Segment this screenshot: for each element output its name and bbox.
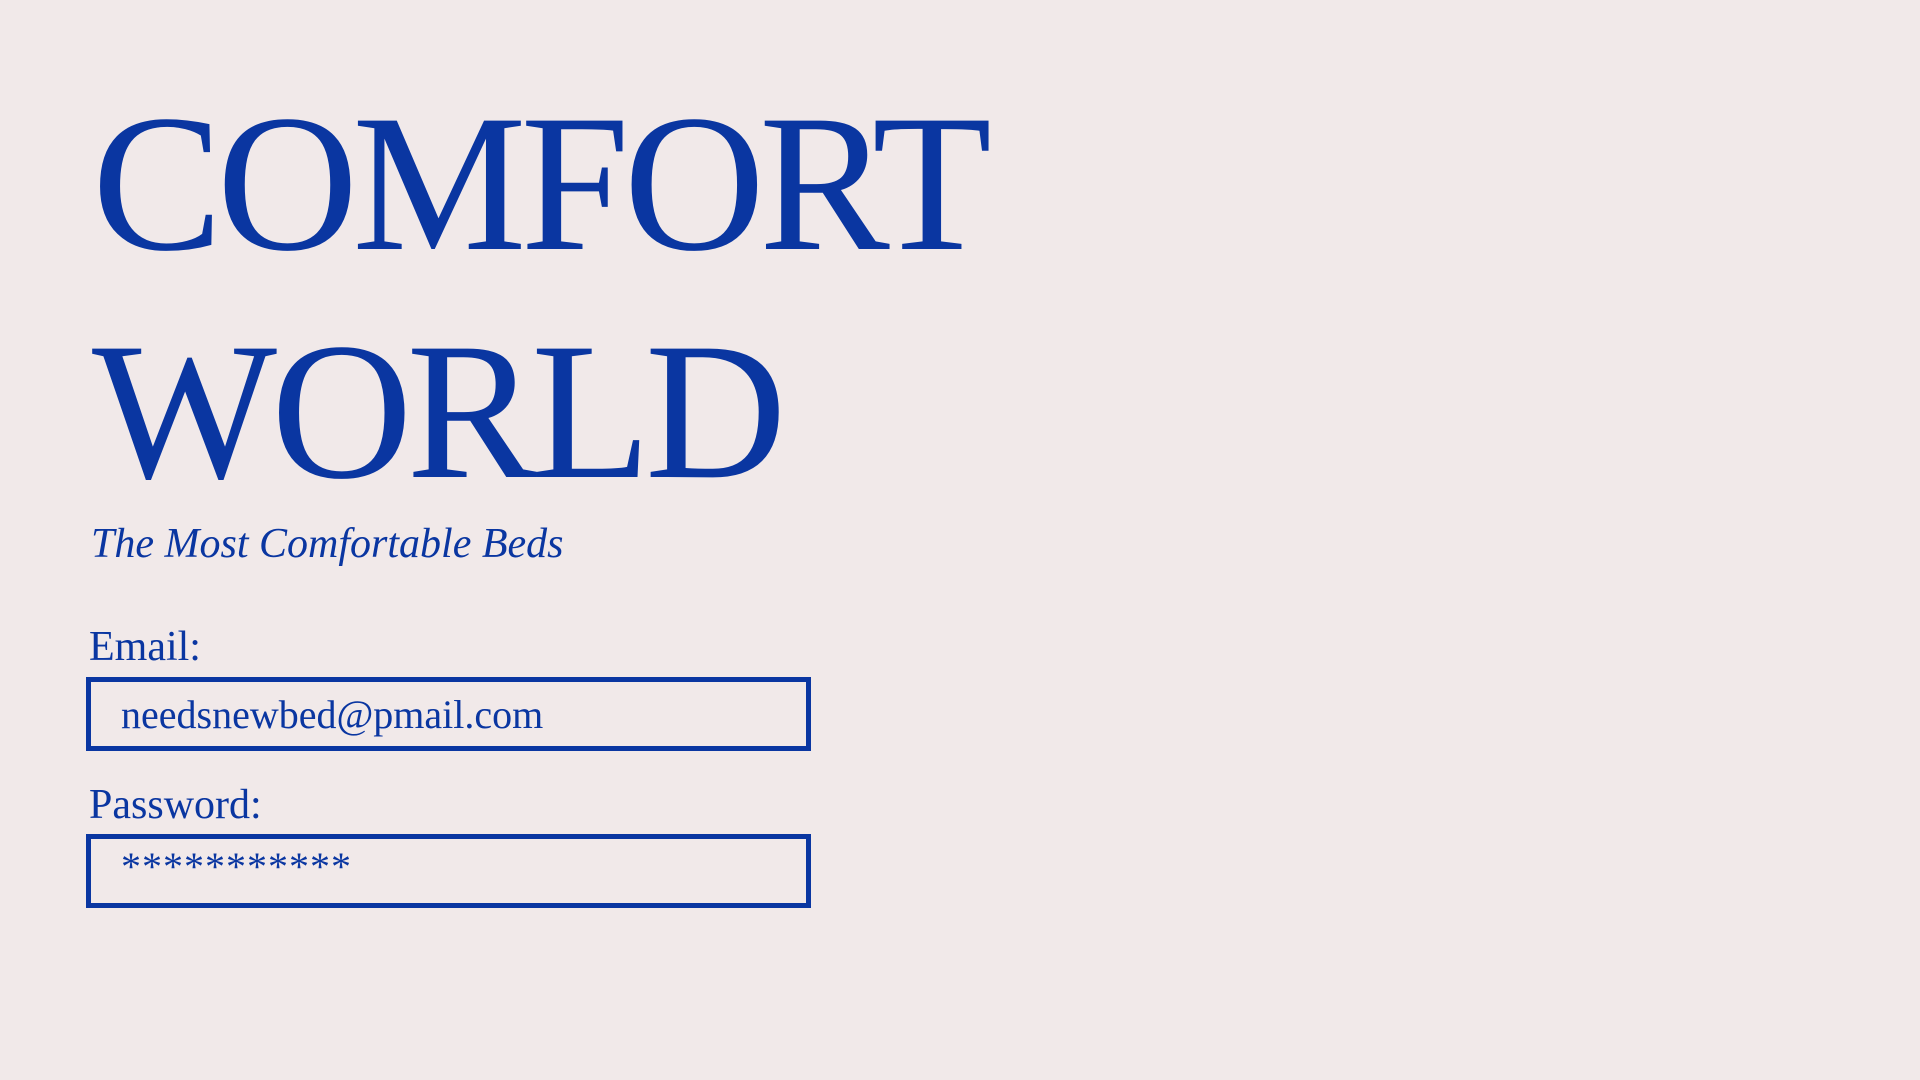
email-label: Email: xyxy=(89,624,201,670)
brand-title-line-1: COMFORT xyxy=(92,75,992,292)
login-page: COMFORT WORLD The Most Comfortable Beds … xyxy=(0,0,1920,1080)
password-label: Password: xyxy=(89,782,262,828)
brand-tagline: The Most Comfortable Beds xyxy=(91,521,564,567)
password-field[interactable]: *********** xyxy=(86,834,811,908)
brand-title: COMFORT WORLD xyxy=(92,70,992,526)
email-input[interactable] xyxy=(91,682,806,746)
email-field[interactable] xyxy=(86,677,811,751)
password-masked-value[interactable]: *********** xyxy=(121,845,352,889)
brand-title-line-2: WORLD xyxy=(92,303,787,520)
